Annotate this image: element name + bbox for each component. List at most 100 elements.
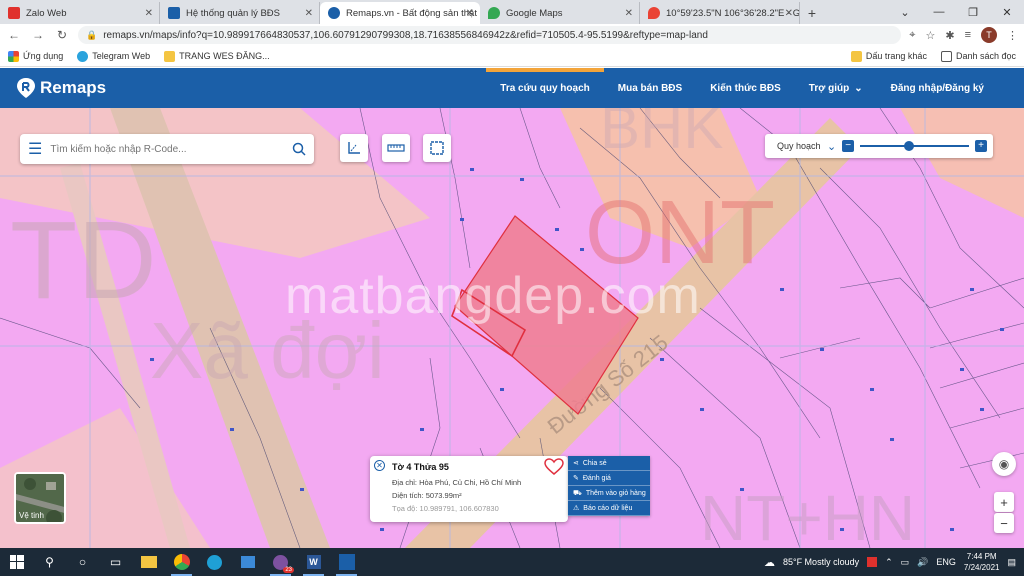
menu-icon[interactable]: ⋮ (1007, 29, 1018, 42)
opacity-slider[interactable] (860, 141, 969, 151)
measure-axis-tool[interactable] (340, 134, 368, 162)
slider-knob[interactable] (903, 141, 914, 151)
show-hidden-icons[interactable]: ⌃ (885, 557, 893, 568)
search-button[interactable]: ⚲ (33, 548, 66, 576)
opacity-increase-button[interactable]: + (975, 140, 987, 152)
area-select-tool[interactable] (423, 134, 451, 162)
store-button[interactable] (231, 548, 264, 576)
menu-planning-lookup[interactable]: Tra cứu quy hoạch (486, 68, 605, 108)
telegram-icon (77, 50, 89, 62)
close-tab-icon[interactable]: ✕ (145, 8, 153, 19)
opacity-decrease-button[interactable]: − (842, 140, 855, 152)
close-tab-icon[interactable]: ✕ (305, 8, 313, 19)
parcel-actions-menu: ⋖ Chia sẻ ✎ Đánh giá ⛟ Thêm vào giỏ hàng ⚠ B… (568, 456, 650, 516)
reading-list-icon (940, 50, 952, 62)
layer-select[interactable]: Quy hoạch (771, 141, 821, 151)
reading-list[interactable]: Danh sách đọc (940, 50, 1016, 62)
layer-control: Quy hoạch ⌄ − + (765, 134, 993, 158)
browser-tab-strip: Zalo Web ✕ Hệ thống quản lý BĐS ✕ Remaps… (0, 0, 1024, 24)
locate-me-button[interactable]: ◉ (992, 452, 1016, 476)
maximize-button[interactable]: ❐ (956, 0, 990, 24)
menu-buy-sell[interactable]: Mua bán BĐS (604, 68, 696, 108)
close-tab-icon[interactable]: ✕ (785, 8, 793, 19)
edge-button[interactable] (198, 548, 231, 576)
vivaldi-tray-icon[interactable] (867, 557, 878, 567)
word-icon: W (306, 555, 321, 569)
planning-map[interactable]: TD Xã đợi ONT BHK NT+HN Đường Số 215 mat… (0, 108, 1024, 548)
bds-icon (168, 7, 180, 19)
bookmark-folder[interactable]: TRANG WES ĐĂNG... (164, 50, 270, 62)
tab-google-maps[interactable]: Google Maps ✕ (480, 2, 640, 24)
chrome-icon (173, 554, 190, 570)
folder-icon (850, 50, 862, 62)
bookmark-telegram[interactable]: Telegram Web (77, 50, 150, 62)
heart-icon[interactable] (544, 458, 564, 476)
parcel-title: Tờ 4 Thửa 95 (392, 462, 449, 472)
clock[interactable]: 7:44 PM 7/24/2021 (964, 551, 1000, 573)
bookmark-other[interactable]: Dấu trang khác (850, 50, 927, 62)
close-window-button[interactable]: ✕ (990, 0, 1024, 24)
notifications-icon[interactable]: ▤ (1007, 557, 1016, 568)
file-explorer-button[interactable] (132, 548, 165, 576)
profile-avatar[interactable]: T (981, 27, 997, 43)
satellite-toggle[interactable]: Vệ tinh (14, 472, 66, 524)
weather-icon[interactable]: ☁ (764, 556, 775, 569)
remaps-logo[interactable]: Remaps (16, 77, 106, 99)
menu-login[interactable]: Đăng nhập/Đăng ký (877, 68, 998, 108)
close-tab-icon[interactable]: ✕ (625, 8, 633, 19)
reload-icon[interactable]: ↻ (54, 28, 70, 42)
map-pin-icon (648, 7, 660, 19)
add-to-cart-button[interactable]: ⛟ Thêm vào giỏ hàng (568, 486, 650, 501)
volume-icon[interactable]: 🔊 (917, 557, 928, 568)
extensions-icon[interactable]: ✱ (945, 29, 954, 42)
chrome-button[interactable] (165, 548, 198, 576)
start-button[interactable] (0, 548, 33, 576)
tab-search-icon[interactable]: ⌄ (888, 0, 922, 24)
star-bookmark-icon[interactable]: ☆ (925, 29, 935, 42)
word-button[interactable]: W (297, 548, 330, 576)
parcel-address: Địa chỉ: Hòa Phú, Củ Chi, Hồ Chí Minh (392, 478, 522, 487)
language-indicator[interactable]: ENG (936, 557, 956, 567)
lock-icon[interactable]: 🔒 (86, 30, 97, 41)
windows-taskbar: ⚲ ○ ▭ 23 W ☁ 85°F Mostly cloudy ⌃ ▭ 🔊 EN… (0, 548, 1024, 576)
close-icon[interactable]: ✕ (374, 460, 385, 471)
share-button[interactable]: ⋖ Chia sẻ (568, 456, 650, 471)
url-field[interactable]: 🔒 remaps.vn/maps/info?q=10.9899176648305… (78, 26, 902, 44)
cortana-icon: ○ (78, 555, 87, 569)
map-search: ☰ (20, 134, 314, 164)
zoom-out-button[interactable]: − (994, 513, 1014, 533)
weather-text[interactable]: 85°F Mostly cloudy (783, 557, 859, 567)
site-header: Remaps Tra cứu quy hoạch Mua bán BĐS Kiế… (0, 68, 1024, 108)
network-icon[interactable]: ▭ (901, 557, 910, 568)
search-input[interactable] (50, 143, 284, 155)
tab-remaps[interactable]: Remaps.vn - Bất động sản thật ✕ (320, 2, 480, 24)
parcel-area: Diện tích: 5073.99m² (392, 491, 462, 500)
tab-zalo[interactable]: Zalo Web ✕ (0, 2, 160, 24)
google-maps-icon (488, 7, 500, 19)
report-data-button[interactable]: ⚠ Báo cáo dữ liệu (568, 501, 650, 516)
back-icon[interactable]: ← (6, 28, 22, 42)
ruler-tool[interactable] (382, 134, 410, 162)
bookmark-apps[interactable]: Ứng dụng (8, 50, 63, 62)
rate-button[interactable]: ✎ Đánh giá (568, 471, 650, 486)
forward-icon[interactable]: → (30, 28, 46, 42)
viber-button[interactable]: 23 (264, 548, 297, 576)
window-controls: ⌄ — ❐ ✕ (888, 0, 1024, 24)
menu-help[interactable]: Trợ giúp ⌄ (795, 68, 877, 108)
cortana-button[interactable]: ○ (66, 548, 99, 576)
zoom-in-button[interactable]: + (994, 492, 1014, 512)
menu-icon[interactable]: ☰ (28, 139, 42, 159)
reading-list-icon[interactable]: ≡ (965, 29, 971, 41)
search-icon[interactable] (292, 142, 306, 156)
location-icon[interactable]: ⌖ (909, 29, 915, 42)
minimize-button[interactable]: — (922, 0, 956, 24)
tab-bds-management[interactable]: Hệ thống quản lý BĐS ✕ (160, 2, 320, 24)
remaps-pin-icon (17, 78, 35, 98)
new-tab-button[interactable]: + (800, 2, 824, 24)
close-tab-icon[interactable]: ✕ (466, 8, 474, 19)
remaps-app-button[interactable] (330, 548, 363, 576)
tab-coordinates[interactable]: 10°59'23.5"N 106°36'28.2"E - Goo ✕ (640, 2, 800, 24)
task-view-button[interactable]: ▭ (99, 548, 132, 576)
menu-knowledge[interactable]: Kiến thức BĐS (696, 68, 795, 108)
chevron-down-icon[interactable]: ⌄ (827, 140, 836, 153)
